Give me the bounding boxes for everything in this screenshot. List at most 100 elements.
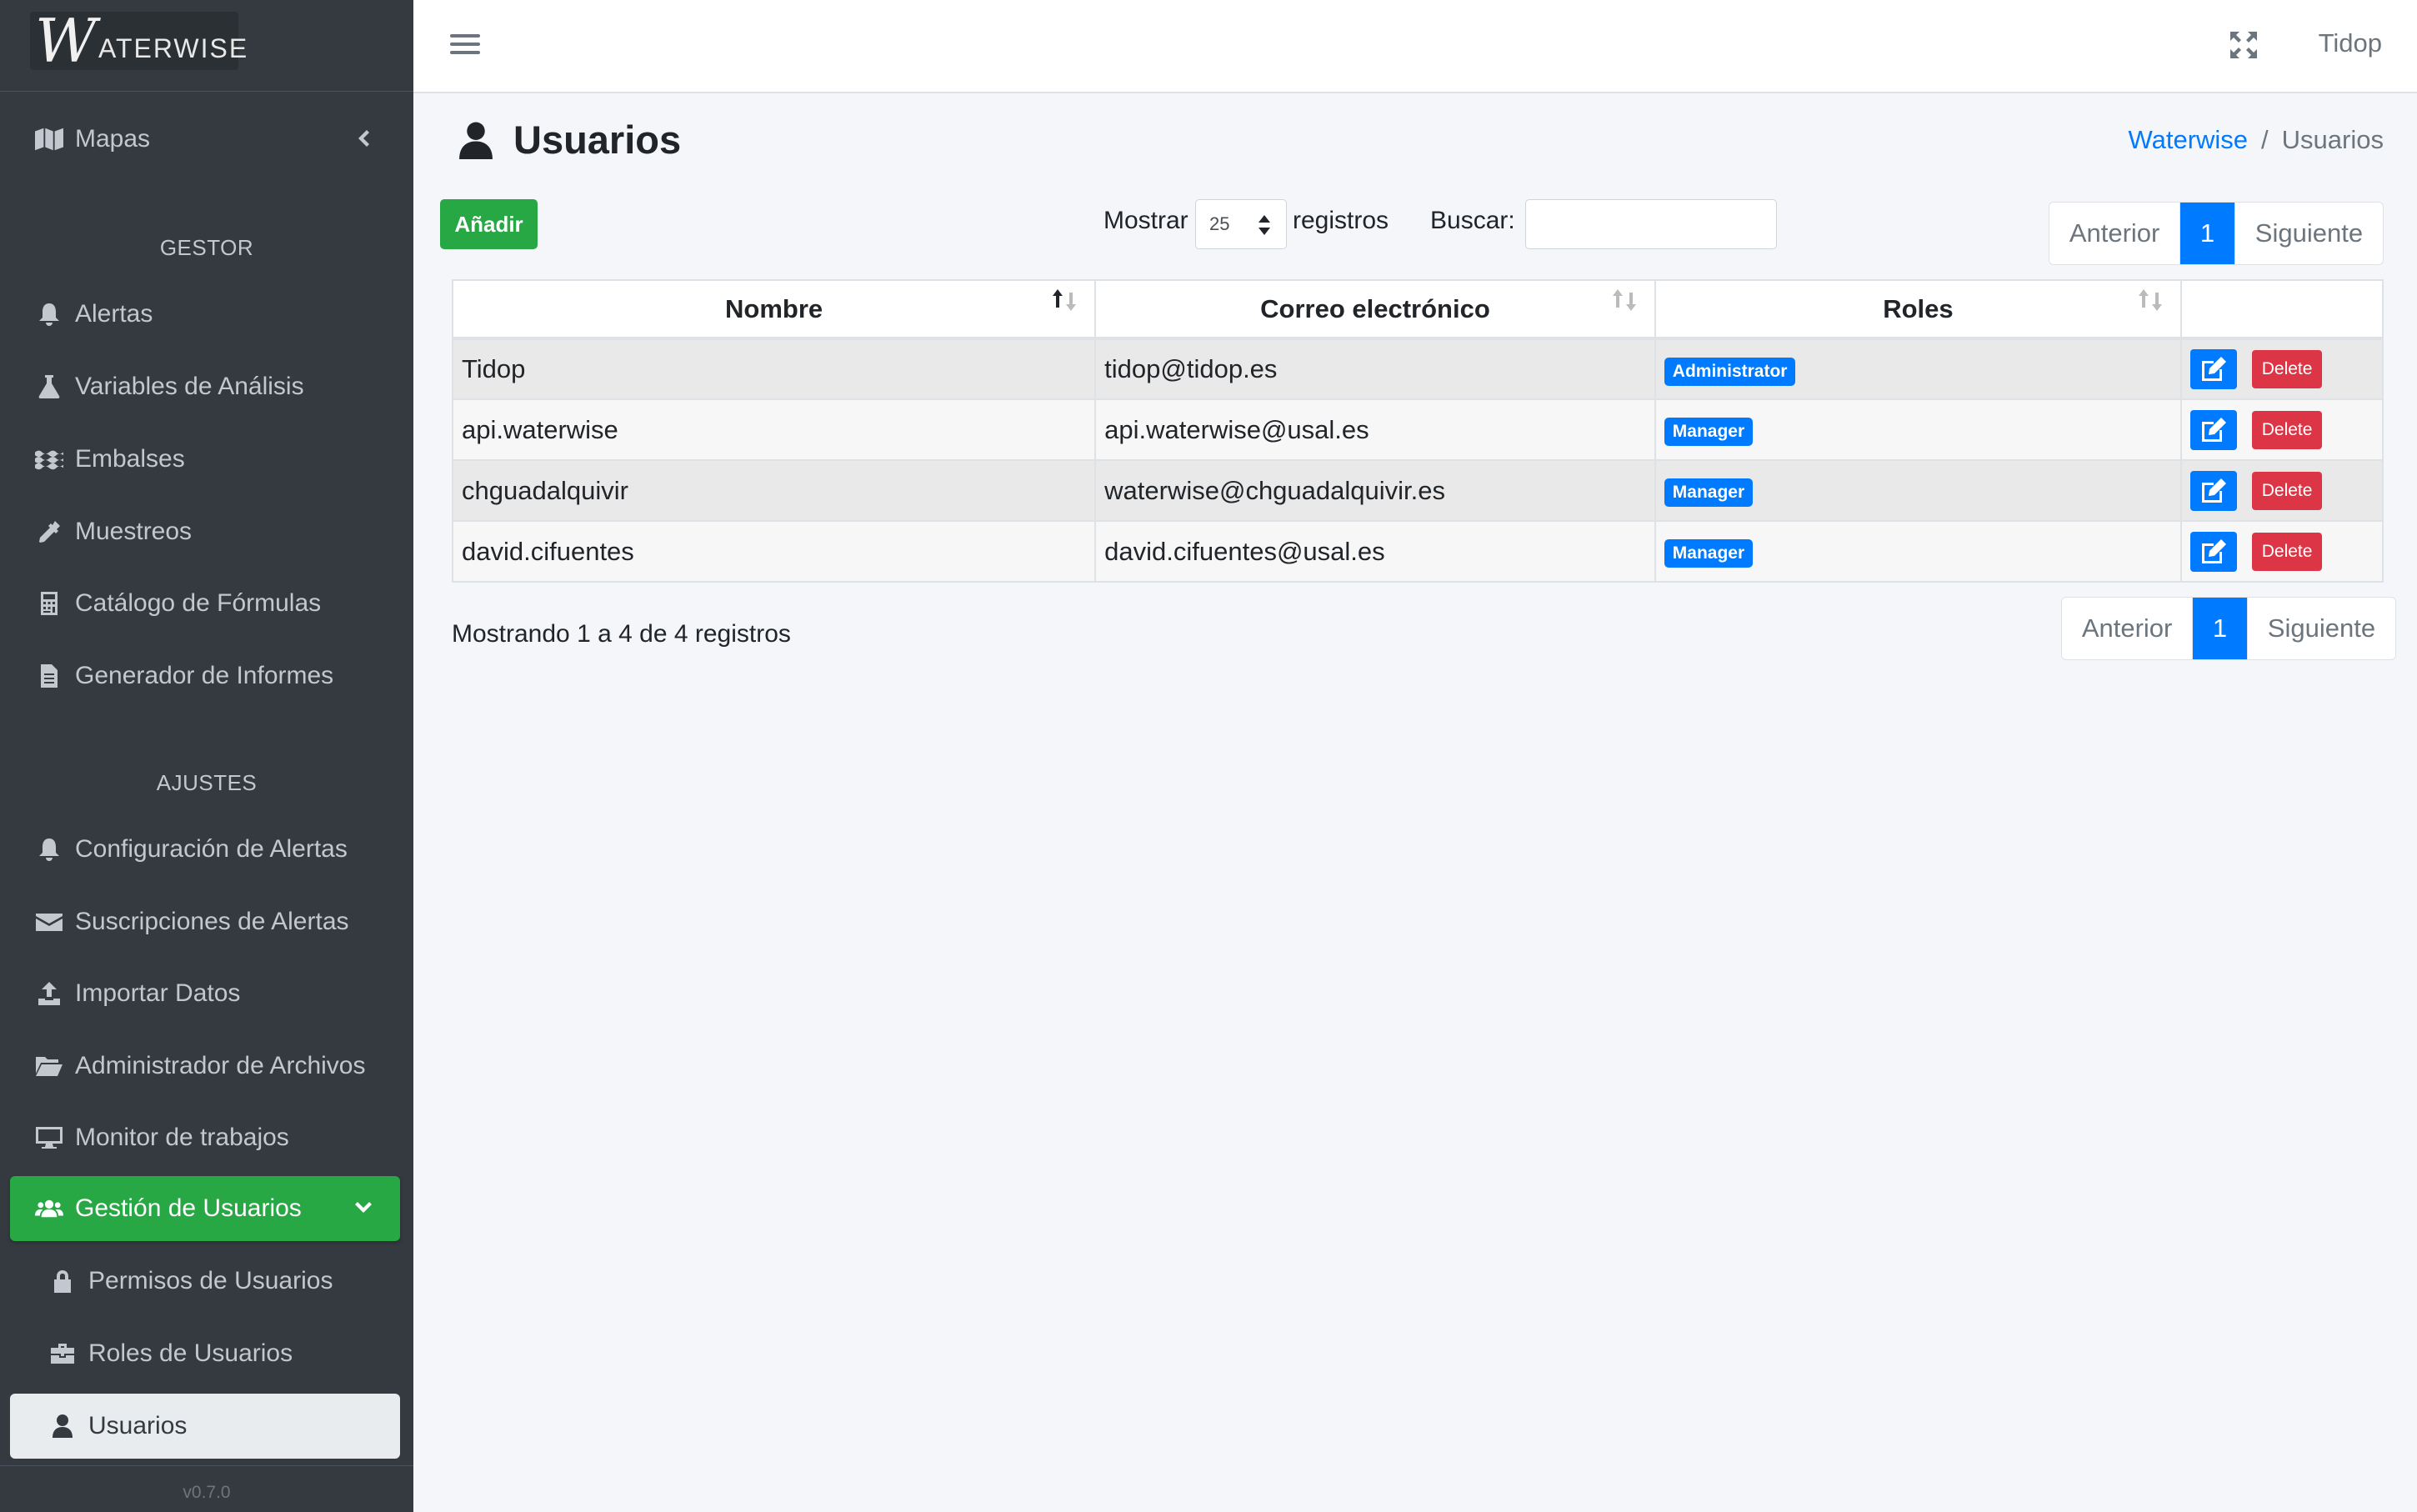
breadcrumb: Waterwise / Usuarios	[2129, 125, 2384, 155]
envelope-icon	[35, 909, 72, 934]
section-header-gestor: GESTOR	[159, 235, 254, 260]
add-user-button[interactable]: Añadir	[440, 199, 538, 249]
edit-icon	[2202, 417, 2227, 442]
pagination-page-1[interactable]: 1	[2193, 598, 2248, 659]
app-version: v0.7.0	[0, 1465, 413, 1512]
cell-role: Administrator	[1654, 338, 2183, 400]
column-header-actions	[2180, 279, 2384, 340]
section-header-ajustes: AJUSTES	[156, 770, 258, 795]
show-label: Mostrar	[1103, 207, 1188, 234]
cell-email: api.waterwise@usal.es	[1094, 398, 1656, 461]
sidebar-item-label: Suscripciones de Alertas	[75, 908, 349, 935]
cell-email: david.cifuentes@usal.es	[1094, 520, 1656, 583]
page-title: Usuarios	[457, 117, 681, 163]
delete-button[interactable]: Delete	[2252, 471, 2323, 510]
table-row: chguadalquivir waterwise@chguadalquivir.…	[451, 459, 2384, 522]
page-length-value: 25	[1209, 213, 1230, 234]
file-alt-icon	[35, 663, 72, 688]
edit-button[interactable]	[2190, 409, 2238, 450]
sidebar-item-label: Importar Datos	[75, 979, 241, 1007]
breadcrumb-current: Usuarios	[2281, 125, 2384, 154]
sort-icon	[2137, 288, 2165, 313]
sidebar-item-embalses[interactable]: Embalses	[10, 427, 400, 492]
waterwise-logo[interactable]: W ATERWISE	[30, 11, 247, 71]
sidebar-item-label: Usuarios	[88, 1412, 188, 1439]
edit-button[interactable]	[2190, 531, 2238, 572]
pagination-prev[interactable]: Anterior	[2049, 203, 2181, 264]
delete-button[interactable]: Delete	[2252, 410, 2323, 449]
sidebar-item-config-alertas[interactable]: Configuración de Alertas	[10, 817, 400, 882]
sidebar-item-label: Gestión de Usuarios	[75, 1194, 302, 1222]
fullscreen-icon[interactable]	[2229, 30, 2259, 60]
breadcrumb-separator: /	[2261, 125, 2269, 154]
breadcrumb-home-link[interactable]: Waterwise	[2129, 125, 2249, 155]
upload-icon	[35, 981, 72, 1006]
cell-name: chguadalquivir	[451, 459, 1097, 522]
pagination-next[interactable]: Siguiente	[2248, 598, 2395, 659]
page-length-select[interactable]: 25	[1195, 199, 1287, 249]
sidebar-item-label: Generador de Informes	[75, 662, 334, 689]
sidebar-item-formulas[interactable]: Catálogo de Fórmulas	[10, 571, 400, 636]
delete-button[interactable]: Delete	[2252, 350, 2323, 388]
users-table: Nombre Correo electrónico Roles Tidop ti…	[451, 279, 2384, 583]
role-badge: Manager	[1664, 418, 1754, 446]
bell-icon	[35, 837, 72, 862]
edit-button[interactable]	[2190, 349, 2238, 389]
pagination-bottom: Anterior 1 Siguiente	[2061, 597, 2396, 660]
sidebar-item-label: Monitor de trabajos	[75, 1124, 289, 1151]
top-navbar: Tidop	[413, 0, 2417, 93]
cell-actions: Delete	[2180, 459, 2384, 522]
sidebar-item-label: Alertas	[75, 300, 153, 328]
cell-role: Manager	[1654, 398, 2183, 461]
column-header-nombre[interactable]: Nombre	[451, 279, 1097, 340]
sidebar-item-usuarios[interactable]: Usuarios	[10, 1394, 400, 1459]
table-row: Tidop tidop@tidop.es Administrator Delet…	[451, 338, 2384, 400]
flask-icon	[35, 374, 72, 399]
column-header-correo[interactable]: Correo electrónico	[1094, 279, 1656, 340]
delete-button[interactable]: Delete	[2252, 532, 2323, 571]
cell-actions: Delete	[2180, 520, 2384, 583]
sort-arrows-icon	[1258, 213, 1271, 237]
cell-actions: Delete	[2180, 398, 2384, 461]
sidebar-item-permisos[interactable]: Permisos de Usuarios	[10, 1249, 400, 1314]
sidebar-item-archivos[interactable]: Administrador de Archivos	[10, 1034, 400, 1099]
page-title-text: Usuarios	[513, 118, 682, 162]
sidebar-item-gestion-usuarios[interactable]: Gestión de Usuarios	[10, 1176, 400, 1241]
table-header-row: Nombre Correo electrónico Roles	[451, 279, 2384, 340]
edit-button[interactable]	[2190, 470, 2238, 511]
user-icon	[48, 1414, 85, 1439]
edit-icon	[2202, 538, 2227, 563]
water-icon	[35, 447, 72, 472]
hamburger-menu-icon[interactable]	[450, 30, 480, 60]
sidebar-item-informes[interactable]: Generador de Informes	[10, 643, 400, 708]
search-input[interactable]	[1525, 199, 1777, 249]
column-header-roles[interactable]: Roles	[1654, 279, 2183, 340]
cell-role: Manager	[1654, 459, 2183, 522]
records-label: registros	[1293, 207, 1389, 234]
pagination-next[interactable]: Siguiente	[2235, 203, 2383, 264]
user-menu[interactable]: Tidop	[2319, 28, 2382, 58]
sidebar-item-alertas[interactable]: Alertas	[10, 282, 400, 347]
chevron-down-icon	[352, 1196, 375, 1219]
brand: W ATERWISE	[0, 0, 413, 92]
sidebar-item-importar[interactable]: Importar Datos	[10, 961, 400, 1026]
sidebar-item-label: Permisos de Usuarios	[88, 1267, 333, 1294]
table-row: api.waterwise api.waterwise@usal.es Mana…	[451, 398, 2384, 461]
table-row: david.cifuentes david.cifuentes@usal.es …	[451, 520, 2384, 583]
sidebar-item-muestreos[interactable]: Muestreos	[10, 499, 400, 564]
sidebar-item-label: Configuración de Alertas	[75, 835, 348, 863]
sidebar-item-variables[interactable]: Variables de Análisis	[10, 354, 400, 419]
pagination-page-1[interactable]: 1	[2180, 203, 2235, 264]
sidebar: W ATERWISE Mapas GESTOR Alertas Variable…	[0, 0, 413, 1512]
sidebar-item-monitor[interactable]: Monitor de trabajos	[10, 1105, 400, 1170]
pagination-prev[interactable]: Anterior	[2062, 598, 2194, 659]
chevron-left-icon	[352, 127, 375, 150]
sidebar-item-label: Muestreos	[75, 518, 193, 545]
sidebar-item-mapas[interactable]: Mapas	[10, 107, 400, 172]
sidebar-item-roles[interactable]: Roles de Usuarios	[10, 1321, 400, 1386]
sidebar-item-label: Embalses	[75, 445, 185, 473]
sidebar-item-label: Mapas	[75, 125, 151, 153]
sidebar-item-suscripciones[interactable]: Suscripciones de Alertas	[10, 889, 400, 954]
calculator-icon	[35, 591, 72, 616]
lock-icon	[48, 1269, 85, 1294]
